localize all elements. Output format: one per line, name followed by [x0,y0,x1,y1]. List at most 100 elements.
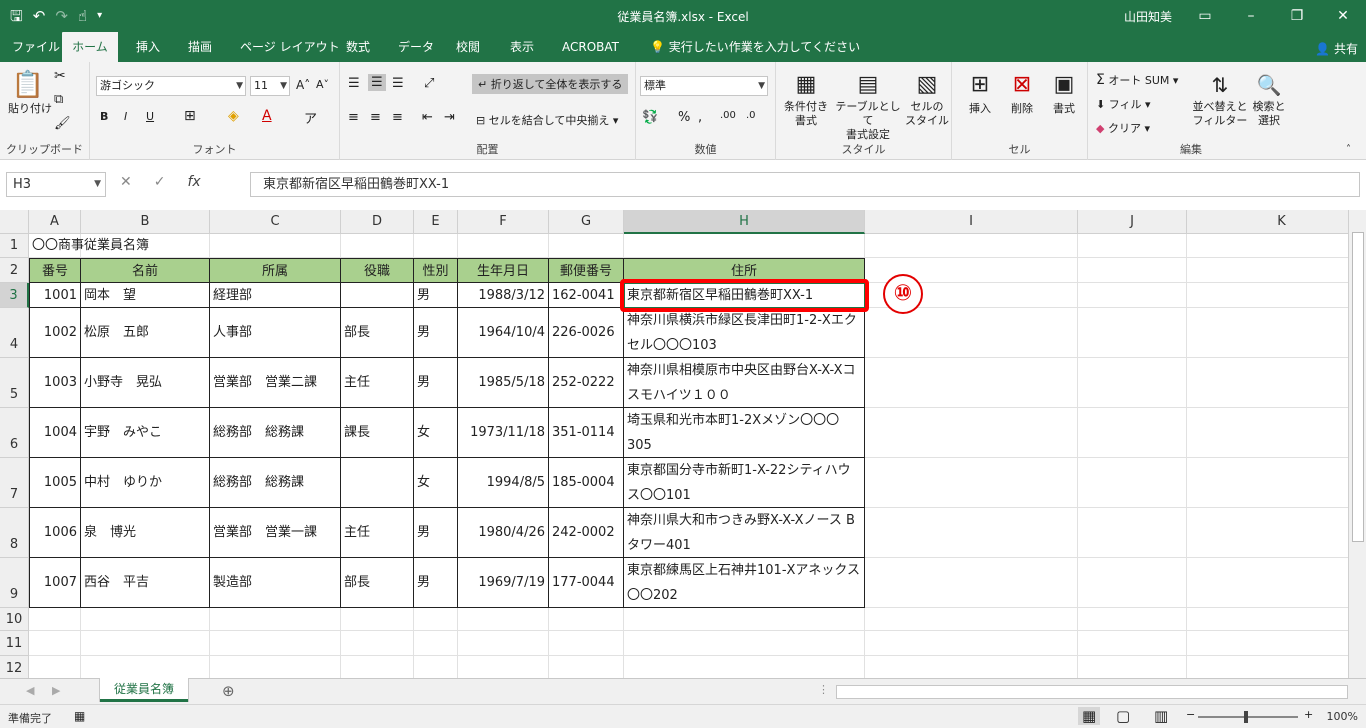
grid-cell[interactable] [341,608,414,631]
find-select-button[interactable]: 🔍 検索と 選択 [1248,70,1290,128]
row-header-7[interactable]: 7 [0,458,29,508]
zoom-level[interactable]: 100% [1327,710,1358,723]
grid-cell[interactable] [1078,608,1187,631]
grid-cell[interactable] [1078,258,1187,283]
row-header-1[interactable]: 1 [0,234,29,258]
table-cell[interactable]: 中村 ゆりか [81,458,210,508]
number-format-select[interactable]: 標準 ▼ [640,76,768,96]
address-cell[interactable]: 東京都練馬区上石神井101-Xアネックス〇〇202 [624,558,865,608]
table-cell[interactable]: 泉 博光 [81,508,210,558]
grid-cell[interactable] [458,608,549,631]
table-cell[interactable] [341,283,414,308]
table-header-cell[interactable]: 番号 [29,258,81,283]
sheet-tab[interactable]: 従業員名簿 [100,678,188,702]
align-middle-icon[interactable]: ☰ [368,74,386,91]
grid-cell[interactable] [210,631,341,656]
tab-acrobat[interactable]: ACROBAT [560,32,621,62]
fill-button[interactable]: ⬇ フィル ▾ [1096,96,1151,112]
table-cell[interactable]: 男 [414,308,458,358]
orientation-icon[interactable]: ⤢ [424,76,434,91]
table-cell[interactable]: 1004 [29,408,81,458]
grid-cell[interactable] [29,608,81,631]
insert-cells-button[interactable]: ⊞ 挿入 [962,70,998,116]
grid-cell[interactable] [549,631,624,656]
column-header-d[interactable]: D [341,210,414,234]
table-cell[interactable] [341,458,414,508]
grid-cell[interactable] [624,608,865,631]
column-header-i[interactable]: I [865,210,1078,234]
grid-cell[interactable] [865,631,1078,656]
grid-cell[interactable] [81,631,210,656]
table-header-cell[interactable]: 所属 [210,258,341,283]
table-cell[interactable]: 1006 [29,508,81,558]
delete-cells-button[interactable]: ⊠ 削除 [1004,70,1040,116]
user-name[interactable]: 山田知美 [1124,8,1172,25]
horizontal-scrollbar[interactable] [836,685,1348,699]
grid-cell[interactable] [1187,308,1348,358]
align-center-icon[interactable]: ≡ [370,110,381,125]
tab-insert[interactable]: 挿入 [134,32,162,62]
increase-indent-icon[interactable]: ⇥ [444,110,455,125]
table-cell[interactable]: 松原 五郎 [81,308,210,358]
page-break-view-icon[interactable]: ▥ [1154,707,1168,725]
conditional-format-button[interactable]: ▦ 条件付き 書式 [780,70,832,128]
bold-button[interactable]: B [100,110,108,123]
align-bottom-icon[interactable]: ☰ [392,76,404,91]
table-cell[interactable]: 主任 [341,358,414,408]
table-cell[interactable]: 1994/8/5 [458,458,549,508]
table-cell[interactable]: 総務部 総務課 [210,458,341,508]
align-left-icon[interactable]: ≡ [348,110,359,125]
grid-cell[interactable] [1187,608,1348,631]
font-size-select[interactable]: 11 ▼ [250,76,290,96]
share-button[interactable]: 👤 共有 [1315,40,1358,57]
table-header-cell[interactable]: 役職 [341,258,414,283]
cancel-icon[interactable]: ✕ [120,174,132,190]
grid-cell[interactable] [1078,358,1187,408]
format-cells-button[interactable]: ▣ 書式 [1046,70,1082,116]
grid-cell[interactable] [1187,458,1348,508]
table-cell[interactable]: 部長 [341,308,414,358]
tell-me-search[interactable]: 💡 実行したい作業を入力してください [648,32,862,62]
grid-cell[interactable] [29,631,81,656]
row-header-10[interactable]: 10 [0,608,29,631]
decrease-decimal-icon[interactable]: .0 [746,110,756,121]
tab-data[interactable]: データ [396,32,436,62]
format-painter-icon[interactable]: 🖌 [54,116,71,131]
grid-cell[interactable] [1187,631,1348,656]
table-cell[interactable]: 男 [414,283,458,308]
table-cell[interactable]: 営業部 営業二課 [210,358,341,408]
grid-cell[interactable] [29,656,81,678]
table-cell[interactable]: 総務部 総務課 [210,408,341,458]
grid-cell[interactable] [865,558,1078,608]
grid-cell[interactable] [1187,358,1348,408]
table-cell[interactable]: 製造部 [210,558,341,608]
grid-cell[interactable] [865,656,1078,678]
table-cell[interactable]: 242-0002 [549,508,624,558]
table-cell[interactable]: 1980/4/26 [458,508,549,558]
vertical-scrollbar[interactable] [1348,210,1366,678]
grid-cell[interactable] [549,234,624,258]
tab-file[interactable]: ファイル [10,32,62,62]
address-cell[interactable]: 埼玉県和光市本町1-2Xメゾン〇〇〇305 [624,408,865,458]
grid-cell[interactable] [865,308,1078,358]
grid-cell[interactable] [1187,258,1348,283]
table-cell[interactable]: 1007 [29,558,81,608]
row-header-4[interactable]: 4 [0,308,29,358]
table-cell[interactable]: 185-0004 [549,458,624,508]
table-cell[interactable]: 営業部 営業一課 [210,508,341,558]
comma-icon[interactable]: , [698,110,702,125]
grid-cell[interactable] [414,631,458,656]
table-cell[interactable]: 課長 [341,408,414,458]
zoom-in-icon[interactable]: + [1304,708,1313,721]
table-cell[interactable]: 西谷 平吉 [81,558,210,608]
page-layout-view-icon[interactable]: ▢ [1116,707,1130,725]
next-sheet-icon[interactable]: ▶ [52,684,60,697]
tab-view[interactable]: 表示 [508,32,536,62]
cell-styles-button[interactable]: ▧ セルの スタイル [904,70,950,128]
autosum-button[interactable]: Σ オート SUM ▾ [1096,72,1178,88]
grid-cell[interactable] [341,656,414,678]
scroll-thumb[interactable] [1352,232,1364,542]
grid-cell[interactable] [624,656,865,678]
tab-formulas[interactable]: 数式 [344,32,372,62]
grid-cell[interactable] [1078,283,1187,308]
